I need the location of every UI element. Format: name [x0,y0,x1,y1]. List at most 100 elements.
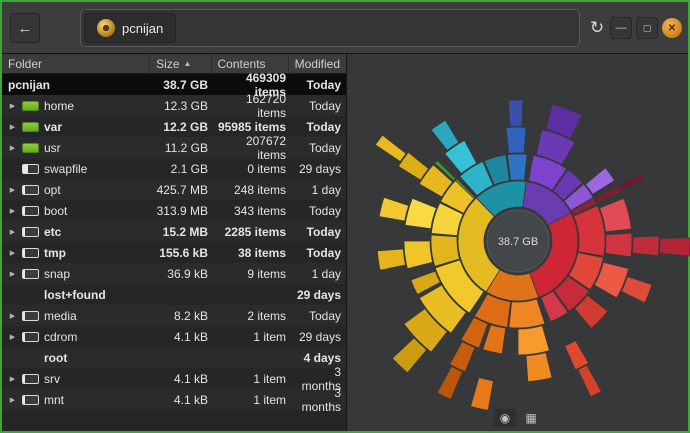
folder-table: Folder Size ▲ Contents Modified pcnijan3… [2,54,347,431]
table-row[interactable]: ▶tmp155.6 kB38 itemsToday [2,242,346,263]
app-window: ← pcnijan ↻ — ▢ ✕ Folder Size [0,0,690,433]
ring-segment[interactable] [605,233,632,257]
folder-modified: Today [292,141,346,155]
ring-segment[interactable] [621,277,652,303]
folder-contents: 2 items [214,309,292,323]
column-header-modified[interactable]: Modified [289,54,346,73]
maximize-icon: ▢ [643,23,652,34]
folder-name: root [44,351,67,365]
refresh-button[interactable]: ↻ [584,15,610,41]
folder-contents: 95985 items [214,120,292,134]
folder-size: 425.7 MB [152,183,214,197]
rings-chart-panel: 38.7 GB ◉ ▦ [348,54,688,431]
folder-modified: Today [292,99,346,113]
ring-segment[interactable] [600,198,632,232]
folder-size: 4.1 kB [152,393,214,407]
folder-modified: 4 days [292,351,346,365]
folder-name: boot [44,204,67,218]
location-label: pcnijan [122,21,163,36]
table-row[interactable]: ▶home12.3 GB162720 itemsToday [2,95,346,116]
folder-size: 8.2 kB [152,309,214,323]
expander-icon[interactable]: ▶ [8,270,17,278]
ring-segment[interactable] [659,238,690,256]
folder-size: 313.9 MB [152,204,214,218]
column-header-folder[interactable]: Folder [2,54,150,73]
ring-segment[interactable] [506,127,526,153]
usage-bar-icon [22,185,39,195]
expander-icon[interactable]: ▶ [8,207,17,215]
expander-icon[interactable]: ▶ [8,123,17,131]
location-pathbar: pcnijan [80,9,580,47]
expander-icon[interactable]: ▶ [8,102,17,110]
maximize-button[interactable]: ▢ [636,17,658,39]
folder-name: media [44,309,77,323]
folder-name: cdrom [44,330,77,344]
folder-modified: 29 days [292,330,346,344]
table-row[interactable]: ▶opt425.7 MB248 items1 day [2,179,346,200]
table-row[interactable]: ▶mnt4.1 kB1 item3 months [2,389,346,410]
expander-icon[interactable]: ▶ [8,375,17,383]
ring-segment[interactable] [379,197,408,221]
folder-name-cell: ▶usr [2,141,152,155]
table-row[interactable]: ▶cdrom4.1 kB1 item29 days [2,326,346,347]
folder-name: home [44,99,74,113]
usage-bar-icon [22,122,39,132]
folder-name-cell: lost+found [2,288,152,302]
table-row[interactable]: ▶snap36.9 kB9 items1 day [2,263,346,284]
ring-segment[interactable] [508,100,523,126]
folder-contents: 9 items [214,267,292,281]
folder-name-cell: ▶tmp [2,246,152,260]
ring-segment[interactable] [565,341,589,370]
ring-segment[interactable] [509,299,545,328]
folder-modified: Today [292,120,346,134]
ring-segment[interactable] [518,326,549,355]
rings-view-button[interactable]: ◉ [494,409,516,427]
table-row[interactable]: swapfile2.1 GB0 items29 days [2,158,346,179]
folder-modified: 1 day [292,267,346,281]
table-row[interactable]: lost+found29 days [2,284,346,305]
expander-icon[interactable]: ▶ [8,186,17,194]
rings-chart[interactable]: 38.7 GB [348,54,690,433]
table-row[interactable]: ▶media8.2 kB2 itemsToday [2,305,346,326]
ring-segment[interactable] [377,249,405,270]
usage-bar-icon [22,227,39,237]
folder-name-cell: pcnijan [2,78,152,92]
expander-icon[interactable]: ▶ [8,228,17,236]
back-button[interactable]: ← [10,13,40,43]
close-button[interactable]: ✕ [662,18,682,38]
expander-icon[interactable]: ▶ [8,312,17,320]
ring-segment[interactable] [507,154,527,180]
folder-contents: 38 items [214,246,292,260]
ring-segment[interactable] [578,365,601,397]
column-header-size[interactable]: Size ▲ [150,54,211,73]
ring-segment[interactable] [437,366,462,399]
folder-name: pcnijan [8,78,50,92]
table-row[interactable]: ▶etc15.2 MB2285 itemsToday [2,221,346,242]
table-row[interactable]: pcnijan38.7 GB469309 itemsToday [2,74,346,95]
ring-segment[interactable] [471,378,494,411]
ring-segment[interactable] [405,198,436,228]
column-label: Modified [295,57,340,71]
location-button[interactable]: pcnijan [84,13,176,43]
usage-bar-icon [22,332,39,342]
folder-name-cell: ▶etc [2,225,152,239]
table-row[interactable]: ▶usr11.2 GB207672 itemsToday [2,137,346,158]
ring-segment[interactable] [375,135,406,161]
treemap-view-button[interactable]: ▦ [520,409,542,427]
expander-icon[interactable]: ▶ [8,249,17,257]
table-row[interactable]: ▶boot313.9 MB343 itemsToday [2,200,346,221]
ring-segment[interactable] [632,236,659,256]
usage-bar-icon [22,269,39,279]
expander-icon[interactable]: ▶ [8,144,17,152]
table-row[interactable]: ▶var12.2 GB95985 itemsToday [2,116,346,137]
minimize-button[interactable]: — [610,17,632,39]
ring-segment[interactable] [526,353,552,382]
ring-segment[interactable] [404,241,433,269]
ring-segment[interactable] [619,174,645,191]
toolbar: ← pcnijan ↻ — ▢ ✕ [2,2,688,54]
expander-icon[interactable]: ▶ [8,333,17,341]
expander-icon[interactable]: ▶ [8,396,17,404]
folder-name-cell: ▶snap [2,267,152,281]
disk-icon [97,19,115,37]
sort-arrow-icon: ▲ [184,59,192,68]
